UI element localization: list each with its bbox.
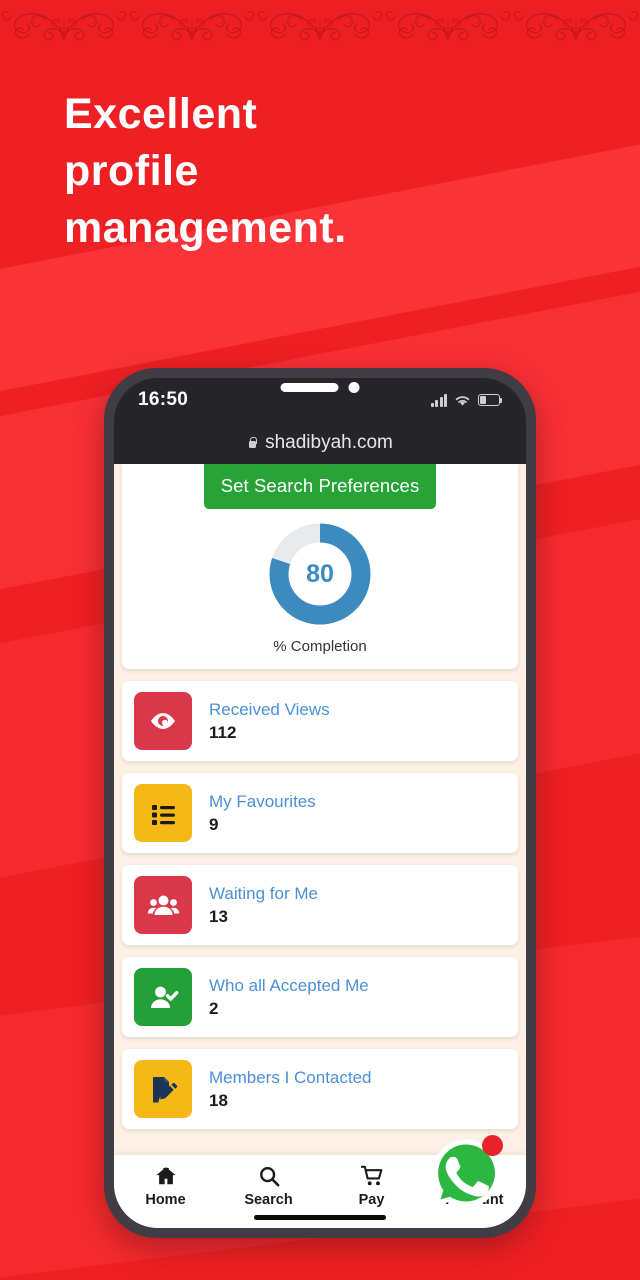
completion-value: 80 [306,559,334,588]
promo-headline: Excellent profile management. [64,86,584,256]
stat-title: Members I Contacted [209,1067,372,1087]
eye-icon [134,692,192,750]
whatsapp-float-button[interactable] [425,1133,507,1215]
whatsapp-notification-badge [482,1135,503,1156]
headline-line-1: Excellent [64,90,258,138]
front-camera [348,382,360,393]
nav-label: Pay [358,1192,385,1208]
stat-title: Waiting for Me [209,883,318,903]
cart-icon [360,1165,382,1186]
stat-card-who-accepted-me[interactable]: Who all Accepted Me 2 [122,957,518,1037]
stat-title: My Favourites [209,791,316,811]
stat-count: 9 [209,814,219,834]
nav-item-home[interactable]: Home [114,1165,217,1208]
nav-label: Search [244,1192,293,1208]
nav-item-pay[interactable]: Pay [320,1165,423,1208]
stat-title: Who all Accepted Me [209,975,369,995]
search-icon [259,1167,279,1187]
stat-card-my-favourites[interactable]: My Favourites 9 [122,773,518,853]
status-time: 16:50 [138,389,189,410]
notch [280,382,360,393]
document-pen-icon [134,1060,192,1118]
stat-count: 112 [209,722,237,742]
donut-graphic: 80 [267,521,373,627]
stat-title: Received Views [209,699,330,719]
signal-bars-icon [430,393,447,407]
url-text: shadibyah.com [265,432,393,453]
users-icon [134,876,192,934]
battery-icon [478,394,503,406]
headline-line-3: management. [64,203,347,252]
stat-count: 2 [209,998,219,1018]
phone-mockup: 16:50 shadibyah.com Set Search Preferenc… [104,368,536,1238]
home-indicator [254,1215,386,1220]
status-icons [430,393,503,407]
user-check-icon [134,968,192,1026]
wifi-icon [455,395,470,406]
stat-card-received-views[interactable]: Received Views 112 [122,681,518,761]
speaker-grill [280,383,339,392]
completion-label: % Completion [273,638,367,655]
app-viewport: Set Search Preferences 80 % Completion R… [114,464,526,1228]
browser-url-bar[interactable]: shadibyah.com [114,422,526,464]
status-bar: 16:50 [114,378,526,422]
stat-count: 13 [209,906,228,926]
browser-chrome: 16:50 shadibyah.com [114,378,526,464]
nav-label: Home [145,1192,186,1208]
profile-completion-card: Set Search Preferences 80 % Completion [122,464,518,669]
headline-line-2: profile [64,146,199,195]
completion-donut-chart: 80 % Completion [122,521,518,655]
stat-card-members-contacted[interactable]: Members I Contacted 18 [122,1049,518,1129]
stat-card-waiting-for-me[interactable]: Waiting for Me 13 [122,865,518,945]
promo-screenshot: Excellent profile management. 16:50 shad… [0,0,640,1280]
lock-icon [247,436,258,450]
stat-count: 18 [209,1090,228,1110]
nav-item-search[interactable]: Search [217,1165,320,1208]
set-search-preferences-button[interactable]: Set Search Preferences [204,464,436,509]
home-icon [155,1167,176,1185]
damask-flourish-border-icon [1,10,639,41]
phone-screen: 16:50 shadibyah.com Set Search Preferenc… [114,378,526,1228]
list-icon [134,784,192,842]
